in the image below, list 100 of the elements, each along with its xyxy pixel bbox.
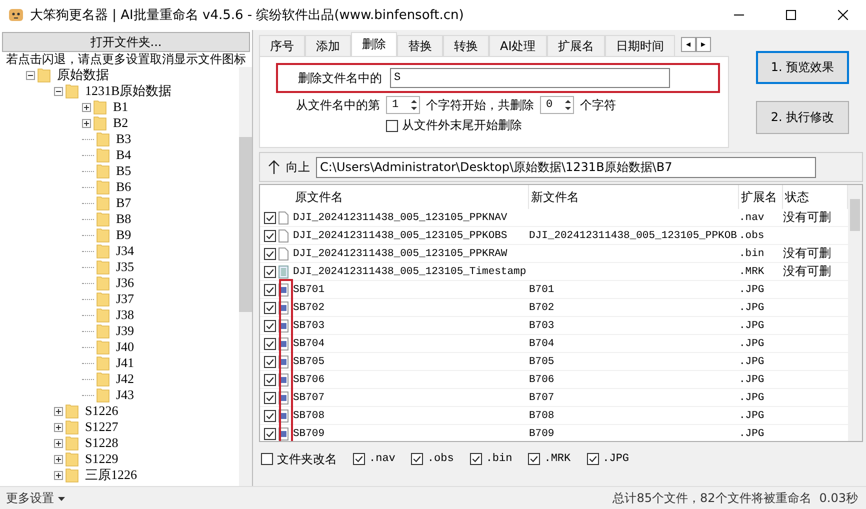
expand-toggle[interactable] xyxy=(82,118,91,128)
checkbox[interactable] xyxy=(264,302,276,314)
spin-arrows-icon[interactable] xyxy=(409,97,419,113)
table-cell-text: B705 xyxy=(529,356,556,368)
table-cell-text: SB701 xyxy=(293,284,326,296)
checkbox[interactable] xyxy=(470,453,482,465)
tree-item[interactable]: B2 xyxy=(109,115,128,131)
scrollbar[interactable] xyxy=(239,67,252,486)
tab[interactable]: 删除 xyxy=(351,32,397,56)
checkbox[interactable] xyxy=(264,374,276,386)
tree-item[interactable]: J42 xyxy=(112,371,134,387)
checkbox[interactable] xyxy=(264,320,276,332)
delete-text-field[interactable]: S xyxy=(390,68,670,88)
settings-menu[interactable]: 更多设置 xyxy=(6,490,65,507)
tree-item[interactable]: B4 xyxy=(112,147,132,163)
checkbox[interactable] xyxy=(411,453,424,465)
folder-icon xyxy=(96,243,110,259)
tree-item[interactable]: 原始数据 xyxy=(53,67,109,84)
tree-item[interactable]: B3 xyxy=(112,131,132,147)
tree-item[interactable]: J39 xyxy=(112,323,134,339)
checkbox[interactable] xyxy=(264,356,276,368)
start-position-spinner[interactable]: 1 xyxy=(386,96,420,114)
checkbox[interactable] xyxy=(264,284,276,296)
folder-icon xyxy=(65,403,79,419)
delete-count-spinner[interactable]: 0 xyxy=(540,96,574,114)
checkbox[interactable] xyxy=(586,453,599,465)
tree-item[interactable]: J37 xyxy=(112,291,134,307)
tab[interactable]: 添加 xyxy=(305,35,351,56)
checkbox[interactable] xyxy=(353,453,365,465)
column-header[interactable]: 原文件名 xyxy=(293,185,529,209)
spin-arrows-icon[interactable] xyxy=(563,97,573,113)
collapse-toggle[interactable] xyxy=(54,86,63,96)
scrollbar[interactable] xyxy=(848,185,862,441)
column-header[interactable]: 扩展名 xyxy=(739,185,783,209)
checkbox[interactable] xyxy=(386,120,398,132)
checkbox[interactable] xyxy=(264,212,276,224)
folder-icon xyxy=(93,99,107,115)
folder-icon xyxy=(96,371,110,387)
open-folder-button[interactable]: 打开文件夹... xyxy=(2,32,250,52)
expand-toggle[interactable] xyxy=(54,470,63,480)
tree-item[interactable]: J40 xyxy=(112,339,134,355)
column-header[interactable]: 新文件名 xyxy=(529,185,739,209)
tree-item[interactable]: J34 xyxy=(112,243,134,259)
field-label: 个字符开始，共删除 xyxy=(426,96,534,114)
folder-icon xyxy=(96,291,110,307)
tree-item[interactable]: B8 xyxy=(112,211,132,227)
checkbox[interactable] xyxy=(264,266,276,278)
expand-toggle[interactable] xyxy=(54,454,63,464)
checkbox-label[interactable]: .MRK xyxy=(544,453,571,465)
tree-item[interactable]: J36 xyxy=(112,275,134,291)
tree-item[interactable]: J38 xyxy=(112,307,134,323)
expand-toggle[interactable] xyxy=(54,438,63,448)
action-button[interactable]: 2. 执行修改 xyxy=(756,101,849,134)
tree-item[interactable]: B5 xyxy=(112,163,132,179)
tree-item[interactable]: S1227 xyxy=(81,419,118,435)
checkbox-label[interactable]: 从文件外末尾开始删除 xyxy=(402,117,522,134)
tree-item[interactable]: J35 xyxy=(112,259,134,275)
expand-toggle[interactable] xyxy=(54,406,63,416)
tree-item[interactable]: S1229 xyxy=(81,451,118,467)
expand-toggle[interactable] xyxy=(82,102,91,112)
tab[interactable]: AI处理 xyxy=(489,35,547,56)
checkbox[interactable] xyxy=(264,338,276,350)
path-field[interactable]: C:\Users\Administrator\Desktop\原始数据\1231B原始数据\B7 xyxy=(316,156,816,178)
action-button[interactable]: 1. 预览效果 xyxy=(756,51,849,84)
tree-item[interactable]: B9 xyxy=(112,227,132,243)
collapse-toggle[interactable] xyxy=(26,70,35,80)
tab[interactable]: 替换 xyxy=(397,35,443,56)
checkbox-label[interactable]: .bin xyxy=(486,453,512,465)
checkbox[interactable] xyxy=(264,392,276,404)
checkbox[interactable] xyxy=(264,248,276,260)
checkbox[interactable] xyxy=(261,453,273,465)
tab-scroll-button[interactable]: ▸ xyxy=(696,37,711,52)
folder-icon xyxy=(96,211,110,227)
tree-item[interactable]: J43 xyxy=(112,387,134,403)
tree-item[interactable]: B7 xyxy=(112,195,132,211)
checkbox-label[interactable]: .nav xyxy=(369,453,396,465)
tab[interactable]: 日期时间 xyxy=(604,35,675,56)
expand-toggle[interactable] xyxy=(54,422,63,432)
tree-item[interactable]: B1 xyxy=(109,99,128,115)
checkbox-label[interactable]: .obs xyxy=(427,453,454,465)
up-label[interactable]: 向上 xyxy=(286,158,310,176)
up-arrow-icon[interactable] xyxy=(268,159,280,175)
folder-icon xyxy=(96,147,110,163)
tab[interactable]: 扩展名 xyxy=(546,35,605,56)
tab[interactable]: 序号 xyxy=(259,35,305,56)
folder-icon xyxy=(96,339,110,355)
checkbox[interactable] xyxy=(264,410,276,422)
tab-scroll-button[interactable]: ◂ xyxy=(680,37,696,52)
tree-item[interactable]: 1231B原始数据 xyxy=(81,82,172,100)
tree-item[interactable]: J41 xyxy=(112,355,134,371)
checkbox[interactable] xyxy=(264,428,276,440)
tree-item[interactable]: S1226 xyxy=(81,403,118,419)
tree-item[interactable]: B6 xyxy=(112,179,132,195)
tree-item[interactable]: S1228 xyxy=(81,435,118,451)
checkbox-label[interactable]: 文件夹改名 xyxy=(277,450,337,468)
tab[interactable]: 转换 xyxy=(443,35,489,56)
tree-item[interactable]: 三原1226 xyxy=(81,466,137,484)
checkbox[interactable] xyxy=(264,230,276,242)
checkbox[interactable] xyxy=(528,453,540,465)
checkbox-label[interactable]: .JPG xyxy=(602,453,630,465)
